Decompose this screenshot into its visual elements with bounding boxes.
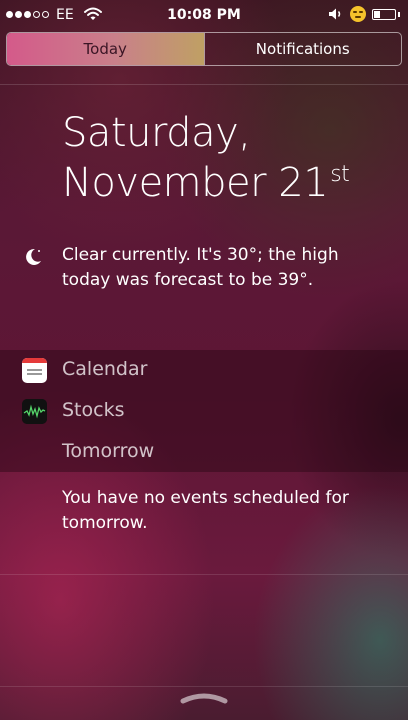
tomorrow-title: Tomorrow xyxy=(62,440,155,462)
moon-icon xyxy=(26,248,41,265)
view-segmented-control: Today Notifications xyxy=(6,32,402,66)
calendar-icon xyxy=(22,358,47,383)
divider xyxy=(0,686,408,687)
tab-today[interactable]: Today xyxy=(7,33,204,65)
status-bar: EE 10:08 PM xyxy=(0,0,408,30)
date-month-day: November 21st xyxy=(62,160,350,206)
battery-icon xyxy=(372,8,396,20)
weather-summary: Clear currently. It's 30°; the high toda… xyxy=(62,245,339,290)
divider xyxy=(0,84,408,85)
volume-icon xyxy=(329,8,341,20)
divider xyxy=(0,574,408,575)
stocks-widget-title: Stocks xyxy=(62,399,125,421)
relieved-face-icon xyxy=(350,6,366,22)
tab-notifications[interactable]: Notifications xyxy=(203,33,402,65)
calendar-widget-header[interactable]: Calendar xyxy=(0,350,408,390)
no-events-message: You have no events scheduled for tomorro… xyxy=(62,488,349,533)
stocks-widget-header[interactable]: Stocks xyxy=(0,391,408,431)
stocks-icon xyxy=(22,399,47,424)
notification-center: EE 10:08 PM Today Notifications Saturday… xyxy=(0,0,408,720)
date-ordinal-suffix: st xyxy=(330,162,350,187)
tomorrow-section-header: Tomorrow xyxy=(0,432,408,472)
calendar-widget-title: Calendar xyxy=(62,358,148,380)
grabber-handle[interactable] xyxy=(180,690,228,704)
date-weekday: Saturday, xyxy=(62,110,251,156)
